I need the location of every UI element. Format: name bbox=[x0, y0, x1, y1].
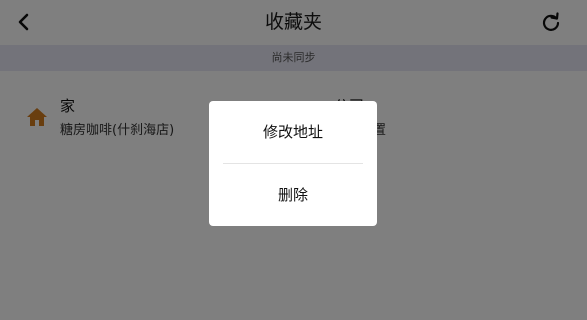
delete-option[interactable]: 删除 bbox=[209, 164, 377, 226]
favorites-screen: 收藏夹 尚未同步 家 糖房咖啡(什刹海店) 公司 点击设置 修改地址 删除 bbox=[0, 0, 587, 320]
edit-address-option[interactable]: 修改地址 bbox=[209, 101, 377, 163]
action-dialog: 修改地址 删除 bbox=[209, 101, 377, 226]
